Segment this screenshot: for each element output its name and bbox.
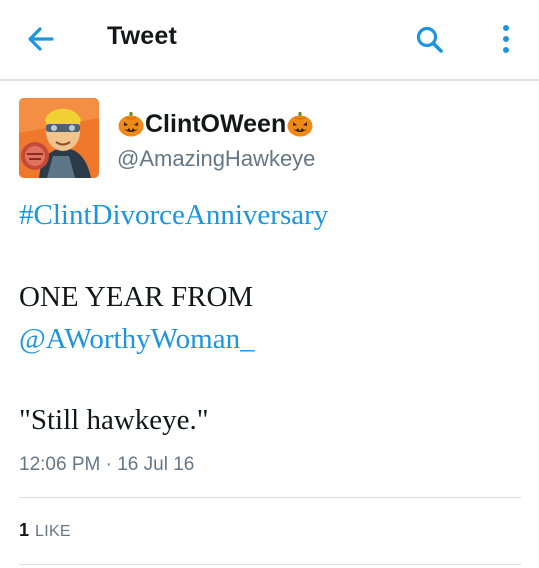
tweet-quote-text: "Still hawkeye." xyxy=(19,404,209,436)
search-button[interactable] xyxy=(414,24,446,56)
jack-o-lantern-icon xyxy=(118,112,144,137)
mention-link[interactable]: @AWorthyWoman_ xyxy=(19,323,255,356)
arrow-left-icon xyxy=(28,27,54,51)
divider xyxy=(19,564,521,565)
more-options-button[interactable] xyxy=(496,22,516,56)
back-button[interactable] xyxy=(22,24,58,54)
divider xyxy=(19,497,521,498)
likes-count-button[interactable]: 1 LIKE xyxy=(19,520,71,541)
like-label: LIKE xyxy=(35,523,71,540)
page-title: Tweet xyxy=(107,22,177,50)
like-count: 1 xyxy=(19,520,30,540)
avatar[interactable] xyxy=(19,98,99,178)
more-vertical-icon xyxy=(503,25,509,53)
tweet-text-line: ONE YEAR FROM xyxy=(19,281,254,313)
jack-o-lantern-icon xyxy=(287,112,313,137)
tweet-timestamp: 12:06 PM · 16 Jul 16 xyxy=(19,454,195,475)
comic-hawkeye-avatar-icon xyxy=(19,98,99,178)
author-name-text: ClintOWeen xyxy=(145,109,287,138)
author-display-name[interactable]: ClintOWeen xyxy=(117,107,314,141)
author-handle[interactable]: @AmazingHawkeye xyxy=(117,146,315,172)
hashtag-link[interactable]: #ClintDivorceAnniversary xyxy=(19,199,328,232)
app-header: Tweet xyxy=(0,0,539,81)
search-icon xyxy=(416,26,443,53)
